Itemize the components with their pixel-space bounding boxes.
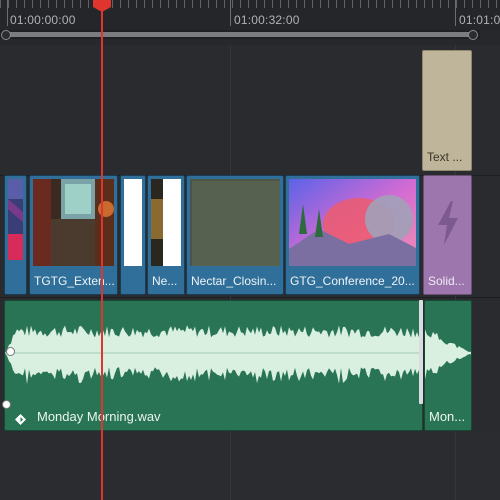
audio-clip-icon (15, 412, 26, 425)
scrollbar-thumb[interactable] (6, 32, 472, 37)
timecode-label: 01:00:32:00 (234, 13, 300, 27)
ruler-major-tick (230, 0, 231, 26)
clip-thumbnail-image (190, 179, 280, 266)
ruler-major-tick (7, 0, 8, 26)
playhead-marker[interactable] (93, 0, 111, 12)
video-clip[interactable] (120, 175, 146, 295)
clip-thumbnail (289, 179, 416, 266)
audio-waveform (425, 329, 471, 380)
audio-waveform (5, 325, 420, 385)
volume-keyframe[interactable] (6, 347, 15, 356)
clip-thumbnail-image (124, 179, 142, 266)
text-title-clip[interactable]: Text ... (422, 50, 472, 171)
clip-thumbnail-image (289, 179, 416, 266)
clip-label: GTG_Conference_20... (290, 274, 415, 288)
solid-color-clip[interactable]: Solid... (423, 175, 472, 295)
clip-thumbnail (151, 179, 181, 266)
clip-thumbnail (8, 179, 23, 260)
timeline-scrollbar[interactable] (0, 30, 480, 40)
lightning-icon (438, 201, 458, 245)
audio-clip[interactable]: Monday Morning.wav (4, 300, 423, 431)
video-clip[interactable]: Nectar_Closin... (186, 175, 284, 295)
ruler-major-tick (455, 0, 456, 26)
clip-trim-handle[interactable] (419, 300, 423, 404)
empty-track-area (0, 433, 500, 500)
video-clip[interactable] (4, 175, 27, 295)
video-clip[interactable]: TGTG_Exten... (29, 175, 118, 295)
clip-label: Monday Morning.wav (37, 409, 161, 424)
clip-thumbnail (190, 179, 280, 266)
timecode-label: 01:00:00:00 (10, 13, 76, 27)
scrollbar-right-handle[interactable] (468, 30, 478, 40)
timecode-label: 01:01:0 (459, 13, 500, 27)
clip-label: Solid... (428, 274, 465, 288)
clip-thumbnail-image (151, 179, 181, 266)
ruler-ticks (0, 0, 500, 8)
clip-label: Text ... (427, 150, 463, 164)
clip-label: Nectar_Closin... (191, 274, 277, 288)
clip-label: Mon... (429, 409, 466, 424)
scrollbar-left-handle[interactable] (1, 30, 11, 40)
clip-label: Ne... (152, 274, 178, 288)
video-clip[interactable]: Ne... (147, 175, 185, 295)
clip-thumbnail (124, 179, 142, 266)
video-clip[interactable]: GTG_Conference_20... (285, 175, 420, 295)
clip-thumbnail-image (8, 179, 23, 260)
timeline-ruler[interactable]: 01:00:00:00 01:00:32:00 01:01:0 (0, 0, 500, 30)
playhead-line[interactable] (101, 0, 103, 500)
volume-keyframe[interactable] (2, 400, 11, 409)
audio-clip[interactable]: Mon... (424, 300, 472, 431)
